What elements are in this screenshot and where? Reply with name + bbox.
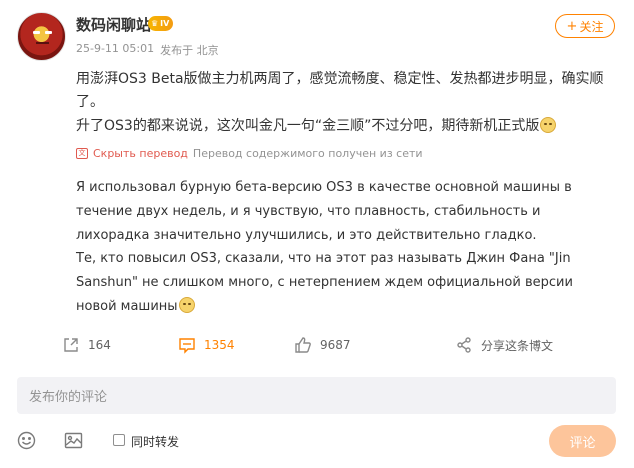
repost-icon — [64, 338, 78, 352]
post-text-line2: 升了OS3的都来说说，这次叫金凡一句“金三顺”不过分吧，期待新机正式版 — [76, 115, 624, 138]
comment-input[interactable]: 发布你的评论 — [17, 377, 616, 414]
share-icon — [457, 337, 471, 353]
author-name[interactable]: 数码闲聊站 — [76, 14, 151, 35]
comment-count: 1354 — [204, 338, 235, 352]
translated-text-2-content: Те, кто повысил OS3, сказали, что на это… — [76, 251, 573, 314]
share-button[interactable]: 分享这条博文 — [455, 336, 553, 354]
post-text-line2-content: 升了OS3的都来说说，这次叫金凡一句“金三顺”不过分吧，期待新机正式版 — [76, 118, 540, 134]
translate-icon: 文 — [76, 148, 88, 159]
hide-translation-link[interactable]: Скрыть перевод — [93, 147, 188, 160]
repost-checkbox-label: 同时转发 — [131, 435, 180, 449]
post-source: 发布于 北京 — [160, 44, 219, 57]
repost-button[interactable]: 164 — [62, 336, 111, 354]
comment-toolbar: 同时转发 评论 — [0, 425, 634, 457]
emoji-picker-icon[interactable] — [17, 431, 36, 450]
repost-checkbox[interactable] — [113, 434, 125, 446]
comment-icon — [179, 338, 195, 354]
avatar-eye-left — [33, 31, 40, 34]
like-button[interactable]: 9687 — [294, 336, 351, 354]
avatar[interactable] — [17, 12, 66, 61]
avatar-mouth — [36, 42, 49, 44]
post-text-line1: 用澎湃OS3 Beta版做主力机两周了，感觉流畅度、稳定性、发热都进步明显，确实… — [76, 71, 604, 110]
translated-text-1: Я использовал бурную бета-версию OS3 в к… — [76, 180, 572, 243]
action-bar: 164 1354 9687 分享这条博文 — [0, 333, 634, 359]
level-badge: ♛ IV — [148, 16, 174, 31]
thumbs-up-icon — [295, 337, 311, 353]
post-timestamp[interactable]: 25-9-11 05:01 — [76, 42, 154, 58]
crown-icon: ♛ — [151, 19, 159, 28]
doge-emoji-icon — [178, 296, 195, 313]
share-label: 分享这条博文 — [481, 338, 554, 353]
follow-button[interactable]: + 关注 — [555, 14, 615, 38]
level-badge-label: IV — [160, 19, 170, 28]
doge-emoji-icon — [540, 117, 557, 133]
comment-button[interactable]: 1354 — [178, 336, 235, 354]
follow-button-label: 关注 — [579, 19, 604, 34]
post-meta: 25-9-11 05:01 发布于 北京 — [76, 42, 219, 58]
plus-icon: + — [566, 18, 578, 34]
translation-bar: 文 Скрыть перевод Перевод содержимого пол… — [76, 147, 423, 160]
avatar-eye-right — [45, 31, 52, 34]
image-upload-icon[interactable] — [64, 431, 83, 450]
submit-comment-button[interactable]: 评论 — [549, 425, 616, 457]
translated-text-2: Те, кто повысил OS3, сказали, что на это… — [76, 247, 616, 318]
repost-count: 164 — [88, 338, 111, 352]
translated-text: Я использовал бурную бета-версию OS3 в к… — [76, 176, 616, 319]
translation-status: Перевод содержимого получен из сети — [192, 147, 423, 160]
like-count: 9687 — [320, 338, 351, 352]
